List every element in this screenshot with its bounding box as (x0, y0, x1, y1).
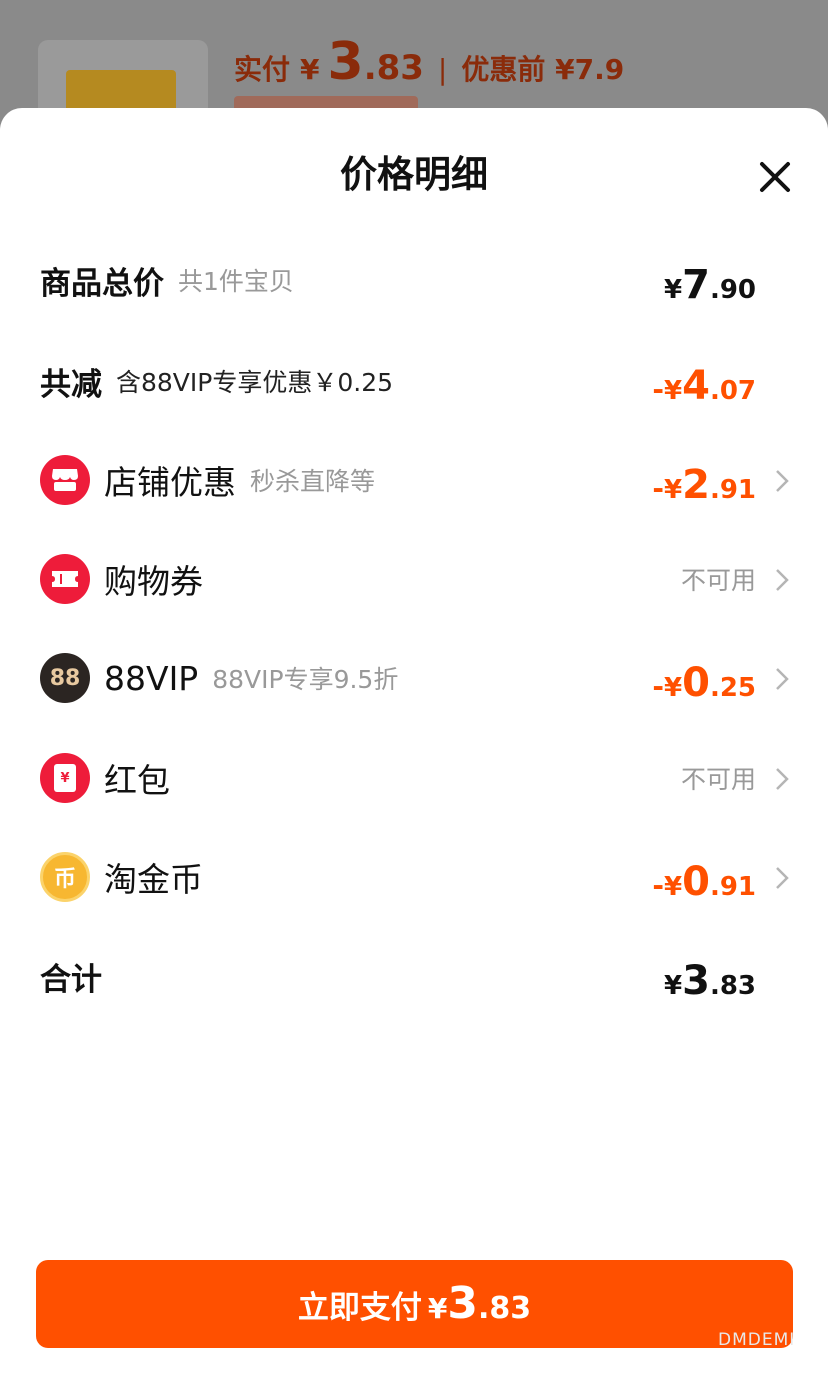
close-icon (760, 162, 790, 192)
coins-yen: ¥ (664, 872, 683, 902)
goods-total-int: 7 (682, 262, 710, 308)
sum-int: 3 (682, 958, 710, 1004)
row-red-packet[interactable]: ¥ 红包 不可用 (0, 748, 828, 808)
store-yen: ¥ (664, 475, 683, 505)
reduction-note: 含88VIP专享优惠￥0.25 (116, 368, 394, 397)
reduction-dec: .07 (709, 376, 756, 406)
paid-dec: .83 (363, 48, 424, 88)
red-packet-status: 不可用 (681, 748, 756, 808)
chevron-right-icon (776, 768, 789, 790)
reduction-yen: ¥ (664, 376, 683, 406)
row-goods-total: 商品总价 共1件宝贝 ¥ 7 .90 (0, 250, 828, 310)
row-shopping-coupon[interactable]: 购物券 不可用 (0, 549, 828, 609)
pay-now-yen: ¥ (427, 1292, 448, 1325)
sum-label: 合计 (40, 961, 102, 998)
ticket-icon (40, 554, 90, 604)
watermark: DMDEMI (718, 1330, 796, 1350)
store-sign: - (652, 472, 664, 505)
sum-price: ¥ 3 .83 (664, 946, 756, 1006)
goods-total-price: ¥ 7 .90 (664, 250, 756, 310)
sheet-title: 价格明细 (340, 153, 488, 196)
row-88vip[interactable]: 88 88VIP 88VIP专享9.5折 - ¥ 0 .25 (0, 648, 828, 708)
red-packet-label: 红包 (104, 761, 170, 800)
red-packet-icon-text: ¥ (60, 770, 70, 786)
price-detail-sheet: 价格明细 商品总价 共1件宝贝 ¥ 7 .90 共减 含88VIP专享优惠￥0.… (0, 108, 828, 1375)
chevron-right-icon (776, 867, 789, 889)
store-discount-amount: - ¥ 2 .91 (652, 450, 756, 510)
coin-icon-text: 币 (53, 867, 76, 892)
goods-total-label: 商品总价 (40, 265, 164, 302)
paid-yen: ¥ (300, 53, 320, 86)
row-tao-coins[interactable]: 币 淘金币 - ¥ 0 .91 (0, 847, 828, 907)
red-packet-icon: ¥ (40, 753, 90, 803)
pay-now-button[interactable]: 立即支付 ¥ 3 .83 (36, 1260, 793, 1348)
vip-label: 88VIP (104, 658, 199, 698)
store-int: 2 (682, 462, 710, 508)
paid-label: 实付 (234, 53, 291, 86)
coins-sign: - (652, 869, 664, 902)
coupon-label: 购物券 (104, 562, 203, 601)
coupon-unavailable: 不可用 (680, 566, 756, 595)
paid-int: 3 (327, 32, 364, 92)
vip-amount: - ¥ 0 .25 (652, 648, 756, 708)
coins-int: 0 (682, 859, 710, 905)
vip-dec: .25 (709, 673, 756, 703)
reduction-label: 共减 (40, 366, 102, 403)
vip-yen: ¥ (664, 673, 683, 703)
before-discount-price: 优惠前 ¥7.9 (461, 53, 625, 86)
chevron-right-icon (776, 470, 789, 492)
reduction-sign: - (652, 373, 664, 406)
store-icon (40, 455, 90, 505)
goods-count: 共1件宝贝 (178, 267, 294, 296)
price-separator: | (437, 53, 448, 86)
sum-yen: ¥ (664, 971, 683, 1001)
row-total-reduction: 共减 含88VIP专享优惠￥0.25 - ¥ 4 .07 (0, 351, 828, 411)
reduction-amount: - ¥ 4 .07 (652, 351, 756, 411)
coin-icon: 币 (40, 852, 90, 902)
background-price: 实付 ¥ 3 .83 | 优惠前 ¥7.9 (234, 32, 624, 92)
vip-icon-text: 88 (49, 665, 81, 691)
coins-dec: .91 (709, 872, 756, 902)
store-discount-label: 店铺优惠 (104, 463, 236, 502)
sum-dec: .83 (709, 971, 756, 1001)
goods-total-yen: ¥ (664, 275, 683, 305)
vip-note: 88VIP专享9.5折 (212, 665, 399, 694)
close-button[interactable] (752, 154, 798, 200)
pay-now-dec: .83 (477, 1291, 532, 1326)
goods-total-dec: .90 (709, 275, 756, 305)
row-sum: 合计 ¥ 3 .83 (0, 946, 828, 1006)
store-discount-note: 秒杀直降等 (250, 467, 376, 496)
reduction-int: 4 (682, 363, 710, 409)
coupon-status: 不可用 (681, 549, 756, 609)
red-packet-unavailable: 不可用 (680, 765, 756, 794)
pay-now-label: 立即支付 (297, 1290, 422, 1326)
coins-amount: - ¥ 0 .91 (652, 847, 756, 907)
chevron-right-icon (776, 569, 789, 591)
row-store-discount[interactable]: 店铺优惠 秒杀直降等 - ¥ 2 .91 (0, 450, 828, 510)
coins-label: 淘金币 (104, 860, 203, 899)
vip-int: 0 (682, 660, 710, 706)
pay-now-int: 3 (447, 1278, 478, 1329)
vip-sign: - (652, 670, 664, 703)
chevron-right-icon (776, 668, 789, 690)
store-dec: .91 (709, 475, 756, 505)
vip-88-icon: 88 (40, 653, 90, 703)
